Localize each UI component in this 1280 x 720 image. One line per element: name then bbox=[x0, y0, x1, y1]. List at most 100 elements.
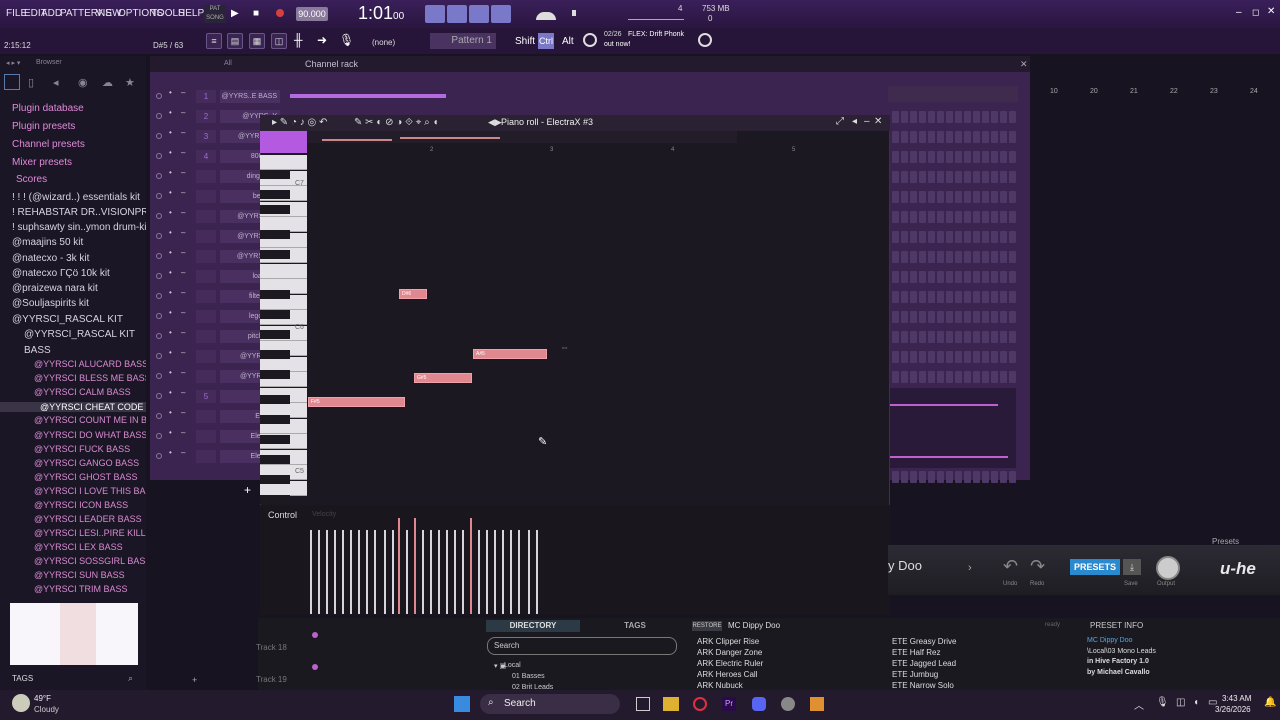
browser-item[interactable]: @YYRSCI LEX BASS bbox=[0, 542, 146, 552]
step-button[interactable] bbox=[1000, 191, 1007, 203]
velocity-bar[interactable] bbox=[536, 530, 538, 614]
volume-knob-icon[interactable]: – bbox=[181, 288, 185, 297]
step-button[interactable] bbox=[964, 151, 971, 163]
tray-network-icon[interactable]: ◫ bbox=[1176, 697, 1185, 708]
weather-icon[interactable] bbox=[12, 694, 30, 712]
mute-led-icon[interactable] bbox=[156, 353, 162, 359]
black-key[interactable] bbox=[260, 495, 290, 504]
step-button[interactable] bbox=[919, 211, 926, 223]
step-button[interactable] bbox=[937, 111, 944, 123]
volume-knob-icon[interactable]: – bbox=[181, 308, 185, 317]
black-key[interactable] bbox=[260, 190, 290, 199]
mute-led-icon[interactable] bbox=[156, 113, 162, 119]
pan-knob-icon[interactable]: • bbox=[169, 328, 172, 337]
step-button[interactable] bbox=[928, 131, 935, 143]
step-button[interactable] bbox=[910, 251, 917, 263]
step-button[interactable] bbox=[910, 351, 917, 363]
browser-item[interactable]: @natecxo ГÇö 10k kit bbox=[0, 268, 146, 279]
step-button[interactable] bbox=[928, 291, 935, 303]
volume-knob-icon[interactable]: – bbox=[181, 128, 185, 137]
velocity-bar[interactable] bbox=[342, 530, 344, 614]
step-button[interactable] bbox=[946, 271, 953, 283]
step-button[interactable] bbox=[928, 191, 935, 203]
note[interactable]: F#5 bbox=[308, 397, 405, 407]
step-button[interactable] bbox=[1009, 131, 1016, 143]
channel-mixer-track[interactable] bbox=[196, 230, 216, 243]
play-icon[interactable]: ▶ bbox=[231, 8, 239, 19]
step-button[interactable] bbox=[892, 251, 899, 263]
step-button[interactable] bbox=[982, 251, 989, 263]
step-button[interactable] bbox=[901, 331, 908, 343]
preset-item[interactable]: ARK Electric Ruler bbox=[697, 659, 763, 668]
pattern-selector[interactable]: Pattern 1 bbox=[430, 33, 496, 49]
step-button[interactable] bbox=[919, 191, 926, 203]
step-button[interactable] bbox=[919, 271, 926, 283]
step-button[interactable] bbox=[1000, 251, 1007, 263]
step-button[interactable] bbox=[1000, 351, 1007, 363]
step-button[interactable] bbox=[937, 211, 944, 223]
step-button[interactable] bbox=[1000, 371, 1007, 383]
mixer-icon[interactable]: ◫ bbox=[271, 33, 287, 49]
step-button[interactable] bbox=[991, 231, 998, 243]
step-button[interactable] bbox=[937, 291, 944, 303]
volume-knob-icon[interactable]: – bbox=[181, 348, 185, 357]
step-button[interactable] bbox=[901, 471, 908, 483]
step-button[interactable] bbox=[964, 171, 971, 183]
step-button[interactable] bbox=[928, 271, 935, 283]
step-button[interactable] bbox=[964, 191, 971, 203]
channel-name[interactable]: @YYRS..E BASS bbox=[220, 90, 280, 103]
pan-knob-icon[interactable]: • bbox=[169, 308, 172, 317]
menu-add[interactable]: ADD bbox=[41, 8, 62, 19]
browser-item[interactable]: @YYRSCI CALM BASS bbox=[0, 387, 146, 397]
channel-row[interactable]: • – 1 @YYRS..E BASS bbox=[152, 87, 282, 105]
undo-icon[interactable]: ↶ bbox=[1003, 556, 1018, 577]
tags-label[interactable]: TAGS bbox=[12, 674, 33, 683]
channel-mixer-track[interactable] bbox=[196, 330, 216, 343]
step-button[interactable] bbox=[892, 111, 899, 123]
mute-led-icon[interactable] bbox=[156, 153, 162, 159]
pan-knob-icon[interactable]: • bbox=[169, 148, 172, 157]
black-key[interactable] bbox=[260, 330, 290, 339]
mute-led-icon[interactable] bbox=[156, 133, 162, 139]
presets-button[interactable]: PRESETS bbox=[1070, 559, 1120, 575]
black-key[interactable] bbox=[260, 170, 290, 179]
browser-item[interactable]: @YYRSCI GHOST BASS bbox=[0, 472, 146, 482]
mute-led-icon[interactable] bbox=[156, 393, 162, 399]
volume-knob-icon[interactable]: – bbox=[181, 388, 185, 397]
account-icon[interactable] bbox=[698, 33, 712, 47]
step-button[interactable] bbox=[1000, 171, 1007, 183]
step-button[interactable] bbox=[910, 211, 917, 223]
arrow-right-icon[interactable]: ➜ bbox=[317, 33, 327, 47]
pan-knob-icon[interactable]: • bbox=[169, 228, 172, 237]
step-button[interactable] bbox=[964, 231, 971, 243]
preset-item[interactable]: ARK Heroes Call bbox=[697, 670, 757, 679]
step-button[interactable] bbox=[973, 251, 980, 263]
step-button[interactable] bbox=[901, 351, 908, 363]
step-button[interactable] bbox=[919, 471, 926, 483]
velocity-bar[interactable] bbox=[392, 530, 394, 614]
volume-knob-icon[interactable]: – bbox=[181, 268, 185, 277]
step-button[interactable] bbox=[928, 251, 935, 263]
black-key[interactable] bbox=[260, 370, 290, 379]
step-button[interactable] bbox=[919, 371, 926, 383]
mute-led-icon[interactable] bbox=[156, 373, 162, 379]
channel-mixer-track[interactable]: 4 bbox=[196, 150, 216, 163]
step-button[interactable] bbox=[901, 131, 908, 143]
step-button[interactable] bbox=[1000, 151, 1007, 163]
browser-item[interactable]: Scores bbox=[0, 174, 146, 185]
browser-cloud-icon[interactable]: ☁ bbox=[102, 76, 113, 89]
browser-item[interactable]: @YYRSCI SOSSGIRL BASS bbox=[0, 556, 146, 566]
step-button[interactable] bbox=[910, 231, 917, 243]
volume-knob-icon[interactable]: – bbox=[181, 408, 185, 417]
velocity-bar[interactable] bbox=[430, 530, 432, 614]
step-button[interactable] bbox=[955, 151, 962, 163]
step-button[interactable] bbox=[982, 351, 989, 363]
step-button[interactable] bbox=[928, 311, 935, 323]
step-button[interactable] bbox=[892, 231, 899, 243]
fl-studio-icon[interactable] bbox=[810, 697, 824, 711]
preset-item[interactable]: ARK Danger Zone bbox=[697, 648, 762, 657]
step-button[interactable] bbox=[910, 371, 917, 383]
step-button[interactable] bbox=[892, 351, 899, 363]
typing-keyboard-button[interactable] bbox=[425, 5, 445, 23]
velocity-bar[interactable] bbox=[528, 530, 530, 614]
